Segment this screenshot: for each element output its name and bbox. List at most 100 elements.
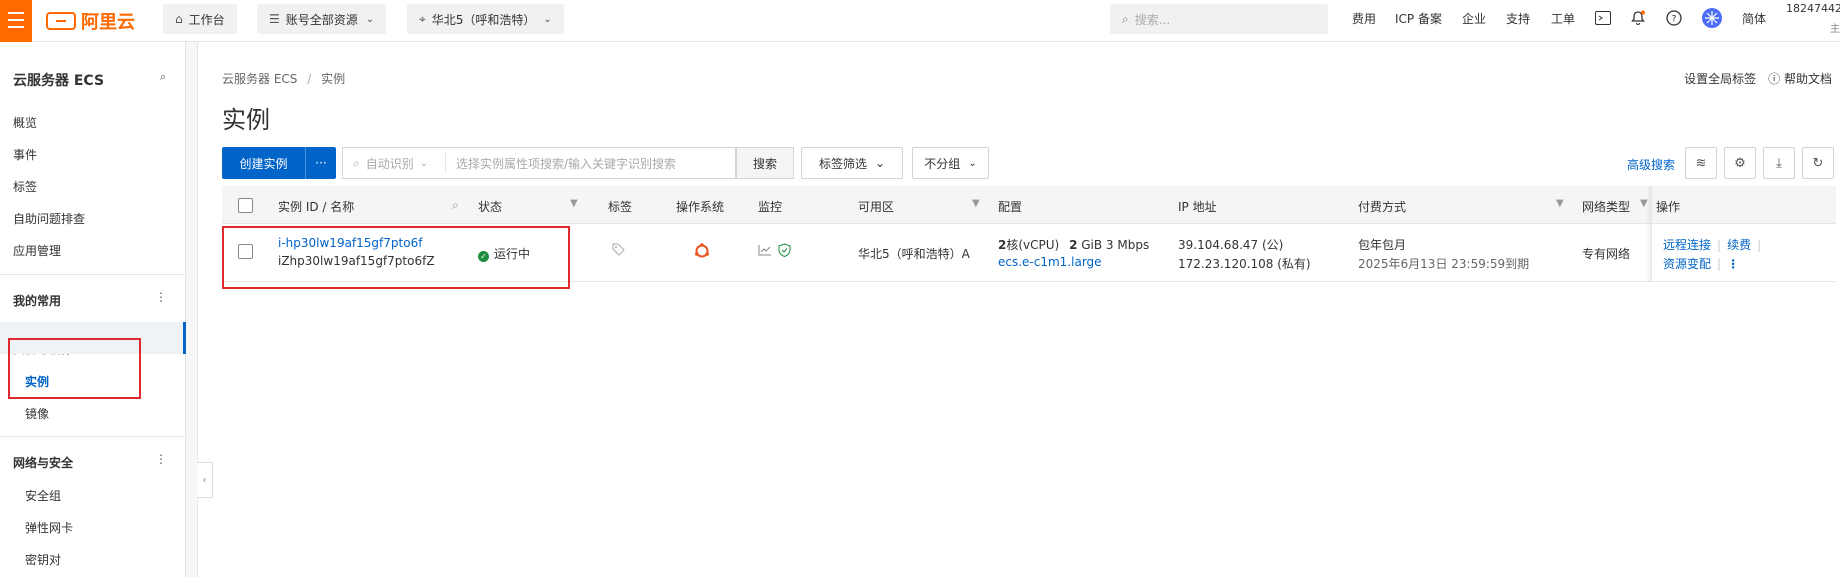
renew-link[interactable]: 续费 [1727, 238, 1751, 252]
column-zone[interactable]: 可用区 [858, 198, 894, 215]
breadcrumb: 云服务器 ECS / 实例 [222, 70, 345, 87]
tag-icon[interactable] [612, 243, 625, 259]
tag-filter-dropdown[interactable]: 标签筛选 ⌄ [801, 147, 903, 179]
sidebar-item-troubleshoot[interactable]: 自助问题排查 [13, 210, 85, 227]
create-instance-button[interactable]: 创建实例 [222, 147, 305, 179]
public-ip[interactable]: 39.104.68.47 (公) [1178, 236, 1283, 253]
breadcrumb-root[interactable]: 云服务器 ECS [222, 72, 297, 86]
separator: | [1757, 238, 1762, 252]
table-header: 实例 ID / 名称 ⌕ 状态 ▼ 标签 操作系统 监控 可用区 ▼ 配置 IP… [222, 186, 1836, 224]
sidebar-group-favorites[interactable]: 我的常用 [13, 292, 61, 309]
aliyun-logo[interactable]: 阿里云 [46, 9, 135, 33]
region-dropdown[interactable]: ⌖ 华北5（呼和浩特） ⌄ [407, 4, 564, 34]
nav-link-icp[interactable]: ICP 备案 [1395, 0, 1442, 36]
sidebar-item-security-group[interactable]: 安全组 [25, 487, 61, 504]
help-icon: ⓘ [1768, 72, 1784, 86]
filter-icon[interactable]: ▼ [570, 198, 578, 209]
avatar[interactable] [1702, 8, 1722, 28]
more-icon[interactable]: ⋮ [1727, 257, 1739, 271]
column-config: 配置 [998, 200, 1023, 214]
column-billing[interactable]: 付费方式 [1358, 198, 1406, 215]
location-icon: ⌖ [419, 11, 426, 26]
nav-link-enterprise[interactable]: 企业 [1462, 0, 1486, 36]
select-all-checkbox[interactable] [238, 198, 253, 213]
instance-type-link[interactable]: ecs.e-c1m1.large [998, 255, 1102, 269]
shield-icon[interactable] [778, 243, 791, 260]
collapse-sidebar-button[interactable]: ‹ [197, 462, 213, 498]
group-select[interactable]: 不分组 ⌄ [912, 147, 989, 179]
divider [0, 274, 186, 275]
logo-icon [46, 12, 76, 30]
filter-icon[interactable]: ▼ [972, 198, 980, 209]
sidebar-item-app-management[interactable]: 应用管理 [13, 242, 61, 259]
sidebar-item-events[interactable]: 事件 [13, 146, 37, 163]
column-monitoring: 监控 [758, 200, 783, 214]
breadcrumb-separator: / [307, 72, 312, 86]
download-icon[interactable]: ⤓ [1763, 147, 1795, 179]
sidebar-item-tags[interactable]: 标签 [13, 178, 37, 195]
global-tags-link[interactable]: 设置全局标签 [1684, 70, 1756, 87]
column-status[interactable]: 状态 [478, 198, 502, 215]
sidebar-item-images[interactable]: 镜像 [25, 405, 49, 422]
nav-link-ticket[interactable]: 工单 [1551, 0, 1575, 36]
filter-search-input[interactable]: 选择实例属性项搜索/输入关键字识别搜索 [446, 155, 735, 172]
actions-row-1: 远程连接 | 续费 | [1663, 236, 1767, 253]
private-ip[interactable]: 172.23.120.108 (私有) [1178, 255, 1311, 272]
terminal-icon[interactable] [1594, 9, 1612, 27]
zone-value: 华北5（呼和浩特）A [858, 247, 970, 261]
chevron-down-icon: ⌄ [365, 13, 375, 25]
search-button[interactable]: 搜索 [736, 147, 794, 179]
top-nav-bar: 阿里云 ⌂ 工作台 ☰ 账号全部资源 ⌄ ⌖ 华北5（呼和浩特） ⌄ ⌕ 搜索.… [0, 0, 1840, 42]
refresh-icon[interactable]: ↻ [1802, 147, 1834, 179]
resize-link[interactable]: 资源变配 [1663, 257, 1711, 271]
instance-filter[interactable]: ⌕ 自动识别 ⌄ 选择实例属性项搜索/输入关键字识别搜索 [342, 147, 736, 179]
sidebar-item-eni[interactable]: 弹性网卡 [25, 519, 73, 536]
chevron-left-icon: ‹ [202, 474, 207, 486]
actions-row-2: 资源变配 | ⋮ [1663, 255, 1739, 272]
filter-attribute-select[interactable]: ⌕ 自动识别 ⌄ [343, 155, 445, 172]
breadcrumb-current: 实例 [321, 72, 346, 86]
chevron-down-icon: ⌄ [543, 13, 552, 25]
more-icon[interactable]: ⋮ [155, 452, 167, 466]
sidebar-item-keypair[interactable]: 密钥对 [25, 551, 61, 568]
sidebar-search-icon[interactable]: ⌕ [160, 70, 166, 84]
account-scope-dropdown[interactable]: ☰ 账号全部资源 ⌄ [257, 4, 387, 34]
gear-icon[interactable]: ⚙ [1724, 147, 1756, 179]
column-os: 操作系统 [676, 200, 725, 214]
sidebar-item-overview[interactable]: 概览 [13, 114, 37, 131]
network-type: 专有网络 [1582, 247, 1631, 261]
highlight-box-sidebar [8, 338, 141, 399]
monitor-chart-icon[interactable] [758, 244, 772, 259]
layers-icon[interactable]: ≋ [1685, 147, 1717, 179]
bell-icon[interactable] [1629, 9, 1647, 27]
workbench-button[interactable]: ⌂ 工作台 [163, 4, 237, 34]
global-search-input[interactable]: ⌕ 搜索... [1110, 4, 1328, 34]
chevron-down-icon: ⌄ [419, 157, 429, 169]
nav-link-cost[interactable]: 费用 [1352, 0, 1376, 36]
home-icon: ⌂ [175, 12, 183, 26]
column-network-type: 网络类型 [1582, 200, 1631, 214]
account-role: 主 [1830, 24, 1840, 35]
actions-column: 远程连接 | 续费 | 资源变配 | ⋮ [1651, 186, 1836, 282]
language-switch[interactable]: 简体 [1742, 0, 1766, 36]
help-docs-link[interactable]: ⓘ 帮助文档 [1768, 70, 1832, 87]
account-id[interactable]: 18247442 [1786, 2, 1840, 15]
highlight-box-row [222, 226, 570, 289]
server-icon: ☰ [269, 12, 280, 26]
help-icon[interactable]: ? [1665, 9, 1683, 27]
nav-link-support[interactable]: 支持 [1506, 0, 1530, 36]
chevron-down-icon: ⌄ [874, 156, 886, 170]
more-icon[interactable]: ⋮ [155, 290, 167, 304]
more-actions-button[interactable]: ··· [305, 147, 336, 179]
separator: | [1717, 257, 1722, 271]
sidebar-group-network-security[interactable]: 网络与安全 [13, 454, 73, 471]
search-icon[interactable]: ⌕ [452, 198, 459, 213]
advanced-search-link[interactable]: 高级搜索 [1627, 156, 1675, 173]
divider [0, 436, 186, 437]
page-title: 实例 [222, 106, 270, 134]
filter-icon[interactable]: ▼ [1556, 198, 1564, 209]
menu-icon[interactable] [0, 0, 32, 42]
column-instance-id[interactable]: 实例 ID / 名称 [278, 198, 354, 215]
config-spec: 2核(vCPU) 2 GiB 3 Mbps [998, 238, 1150, 252]
remote-connect-link[interactable]: 远程连接 [1663, 238, 1711, 252]
